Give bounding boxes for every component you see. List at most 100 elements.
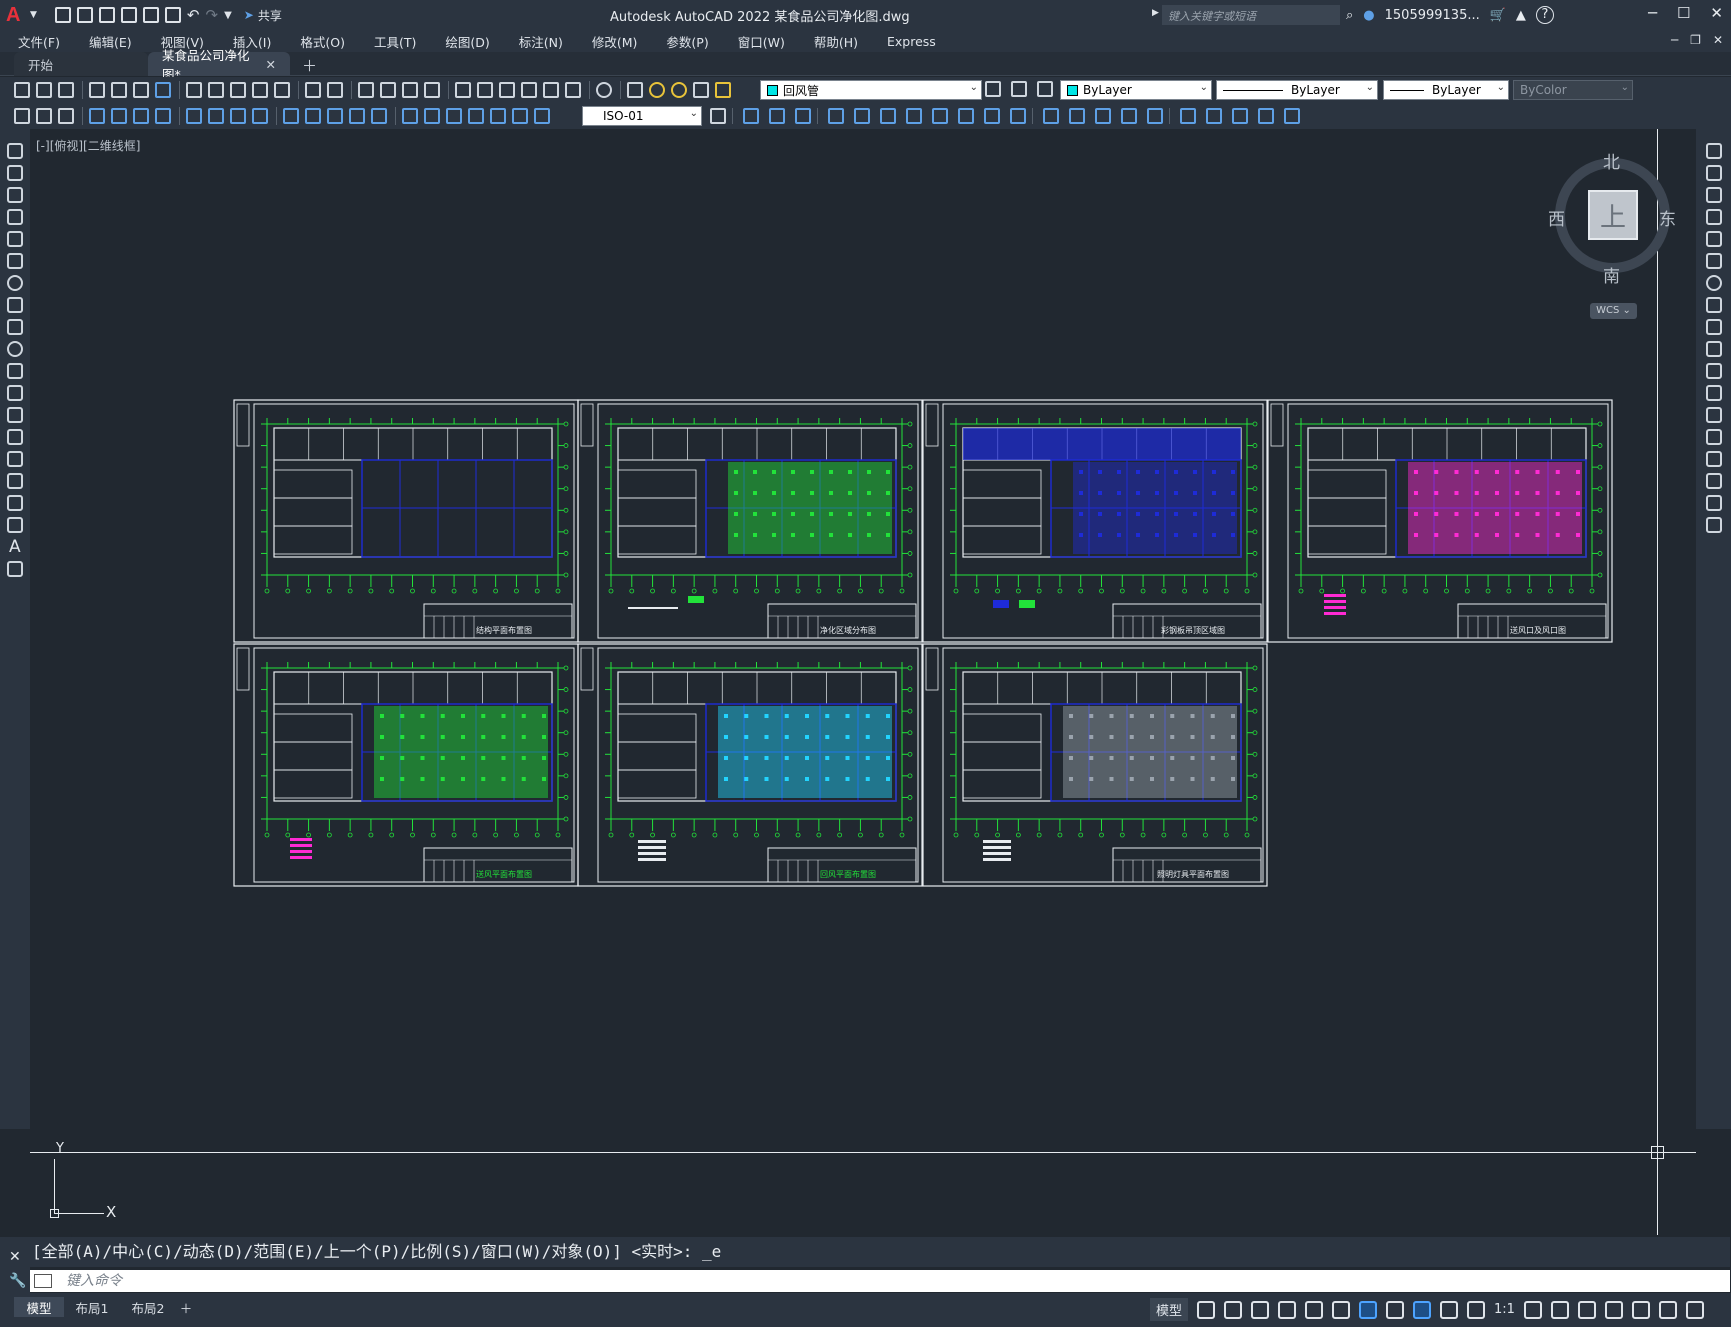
maximize-icon[interactable]: ☐ [1677, 4, 1690, 22]
add-selected-icon[interactable] [7, 561, 23, 577]
dim-continue-icon[interactable] [327, 108, 343, 124]
annotation-visibility-icon[interactable] [1413, 1300, 1432, 1319]
tb-calculator-icon[interactable] [565, 82, 581, 98]
dim-center-mark-icon[interactable] [424, 108, 440, 124]
dim-baseline-icon[interactable] [305, 108, 321, 124]
doc-close-icon[interactable]: ✕ [1713, 33, 1723, 47]
menu-help[interactable]: 帮助(H) [814, 32, 858, 51]
side-stretch-icon[interactable] [1706, 319, 1722, 335]
tb-zoom-realtime-icon[interactable] [380, 82, 396, 98]
tb-zoom-window-icon[interactable] [402, 82, 418, 98]
dim-ordinate-icon[interactable] [155, 108, 171, 124]
layer-match-icon[interactable] [1037, 81, 1053, 97]
dim-linear-icon[interactable] [89, 108, 105, 124]
modify-mirror-icon[interactable] [795, 108, 811, 124]
search-expand-icon[interactable]: ▶ [1152, 8, 1159, 18]
units-icon[interactable] [1577, 1300, 1596, 1319]
menu-express[interactable]: Express [887, 34, 936, 49]
side-blend-icon[interactable] [1706, 495, 1722, 511]
tb-block-icon[interactable] [36, 108, 52, 124]
side-extend-icon[interactable] [1706, 363, 1722, 379]
search-icon[interactable]: ⌕ [1346, 8, 1353, 23]
share-button[interactable]: ➤ 共享 [244, 7, 282, 24]
search-input[interactable]: 键入关键字或短语 [1162, 5, 1340, 25]
color-dropdown[interactable]: ByLayer ⌄ [1060, 80, 1212, 100]
tb-3d-print-icon[interactable] [155, 82, 171, 98]
menu-format[interactable]: 格式(O) [300, 32, 345, 51]
tb-design-center-icon[interactable] [477, 82, 493, 98]
linetype-dropdown[interactable]: ByLayer ⌄ [1216, 80, 1378, 100]
modify-chamfer-icon[interactable] [1095, 108, 1111, 124]
tb-new-icon[interactable] [14, 82, 30, 98]
annotation-scale-value[interactable]: 1:1 [1494, 1302, 1515, 1317]
tb-wblock-icon[interactable] [58, 108, 74, 124]
snap-icon[interactable] [1224, 1300, 1243, 1319]
tb-cut-icon[interactable] [186, 82, 202, 98]
side-break-point-icon[interactable] [1706, 385, 1722, 401]
add-layout-icon[interactable]: ＋ [176, 1297, 196, 1317]
isodraft-icon[interactable] [1305, 1300, 1324, 1319]
dim-jogged-linear-icon[interactable] [468, 108, 484, 124]
draw-circle-icon[interactable] [7, 275, 23, 291]
model-space-button[interactable]: 模型 [1150, 1298, 1189, 1321]
menu-window[interactable]: 窗口(W) [738, 32, 785, 51]
modify-erase-icon[interactable] [743, 108, 759, 124]
polar-icon[interactable] [1278, 1300, 1297, 1319]
compass-north[interactable]: 北 [1603, 148, 1620, 173]
tb-preview-icon[interactable] [111, 82, 127, 98]
command-customize-icon[interactable]: 🔧 [9, 1273, 26, 1289]
tb-zoom-previous-icon[interactable] [424, 82, 440, 98]
clean-screen-icon[interactable] [1658, 1300, 1677, 1319]
layout-tab-layout1[interactable]: 布局1 [64, 1297, 120, 1317]
side-erase-icon[interactable] [1706, 143, 1722, 159]
make-current-layer-icon[interactable] [985, 81, 1001, 97]
draw-polygon-icon[interactable] [7, 209, 23, 225]
draw-point-icon[interactable] [7, 429, 23, 445]
menu-dimension[interactable]: 标注(N) [519, 32, 563, 51]
customize-icon[interactable] [1685, 1300, 1704, 1319]
modify-offset-icon[interactable] [828, 108, 844, 124]
lineweight-dropdown[interactable]: ByLayer ⌄ [1383, 80, 1509, 100]
dim-text-edit-icon[interactable] [512, 108, 528, 124]
side-trim-icon[interactable] [1706, 341, 1722, 357]
dim-inspect-icon[interactable] [446, 108, 462, 124]
plot-icon[interactable] [164, 7, 181, 23]
tb-tool-palettes-icon[interactable] [499, 82, 515, 98]
side-explode-icon[interactable] [1706, 517, 1722, 533]
side-rotate-icon[interactable] [1706, 275, 1722, 291]
tb-match-properties-icon[interactable] [252, 82, 268, 98]
close-icon[interactable]: ✕ [1710, 4, 1723, 22]
save-icon[interactable] [98, 7, 115, 23]
tb-hatch-icon[interactable] [14, 108, 30, 124]
tab-close-icon[interactable]: ✕ [266, 57, 276, 72]
tb-plot-icon[interactable] [89, 82, 105, 98]
viewcube-top-face[interactable]: 上 [1588, 190, 1638, 240]
command-input[interactable]: 键入命令 [30, 1270, 1730, 1292]
tb-copy-icon[interactable] [208, 82, 224, 98]
help-icon[interactable]: ? [1535, 6, 1554, 24]
tab-start[interactable]: 开始 [14, 52, 148, 76]
tb-redo-icon[interactable] [327, 82, 343, 98]
doc-minimize-icon[interactable]: ─ [1671, 33, 1678, 47]
layer-on-bulb-icon[interactable] [649, 82, 665, 98]
draworder-above-icon[interactable] [1232, 108, 1248, 124]
cart-icon[interactable]: 🛒 [1490, 8, 1506, 23]
new-file-icon[interactable] [54, 7, 71, 23]
side-chamfer-icon[interactable] [1706, 451, 1722, 467]
menu-tools[interactable]: 工具(T) [374, 32, 416, 51]
doc-restore-icon[interactable]: ❐ [1690, 33, 1701, 47]
minimize-icon[interactable]: ─ [1648, 4, 1657, 22]
modify-array-icon[interactable] [854, 108, 870, 124]
tab-active-drawing[interactable]: 某食品公司净化图* ✕ [148, 48, 290, 82]
layout-tab-model[interactable]: 模型 [14, 1297, 64, 1317]
make-block-icon[interactable] [7, 407, 23, 423]
modify-fillet-icon[interactable] [1121, 108, 1137, 124]
dimstyle-dropdown[interactable]: ISO-01 ⌄ [582, 106, 702, 126]
app-menu-arrow-icon[interactable]: ▼ [30, 10, 37, 20]
quick-properties-icon[interactable] [1604, 1300, 1623, 1319]
side-scale-icon[interactable] [1706, 297, 1722, 313]
user-name[interactable]: 1505999135... [1385, 8, 1480, 23]
dim-update-icon[interactable] [534, 108, 550, 124]
layer-thaw-sun-icon[interactable] [671, 82, 687, 98]
dim-break-icon[interactable] [371, 108, 387, 124]
